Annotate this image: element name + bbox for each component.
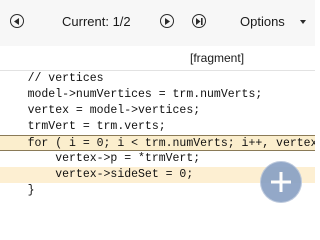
code-text: trmVert = trm.verts; bbox=[0, 120, 166, 133]
toolbar-controls: Current: 1/2 Options bbox=[0, 8, 315, 37]
toolbar: Current: 1/2 Options bbox=[0, 0, 315, 46]
previous-button[interactable] bbox=[10, 14, 24, 28]
fragment-label: [fragment] bbox=[190, 51, 245, 65]
fragment-header: [fragment] bbox=[0, 46, 315, 71]
code-text: model->numVertices = trm.numVerts; bbox=[0, 88, 263, 101]
code-text: // vertices bbox=[0, 72, 104, 85]
code-text: for ( i = 0; i < trm.numVerts; i++, vert… bbox=[27, 137, 315, 150]
last-button[interactable] bbox=[192, 14, 206, 28]
options-menu[interactable]: Options bbox=[240, 14, 285, 30]
plus-icon bbox=[271, 172, 291, 192]
current-position-label: Current: 1/2 bbox=[62, 14, 131, 29]
next-arrow-icon bbox=[165, 17, 170, 25]
code-text: } bbox=[0, 184, 35, 197]
code-text: vertex->p = *trmVert; bbox=[0, 152, 201, 165]
code-line: trmVert = trm.verts; bbox=[0, 119, 315, 135]
skip-to-end-icon bbox=[195, 17, 203, 25]
prev-arrow-icon bbox=[14, 17, 19, 25]
code-line: vertex = model->vertices; bbox=[0, 103, 315, 119]
add-button[interactable] bbox=[260, 161, 302, 203]
code-viewer: Current: 1/2 Options [fragment] // verti… bbox=[0, 0, 315, 214]
next-button[interactable] bbox=[160, 14, 174, 28]
code-line: model->numVertices = trm.numVerts; bbox=[0, 87, 315, 103]
code-line-current: for ( i = 0; i < trm.numVerts; i++, vert… bbox=[0, 135, 315, 151]
code-text: vertex->sideSet = 0; bbox=[0, 168, 194, 181]
code-text: vertex = model->vertices; bbox=[0, 104, 201, 117]
chevron-down-icon[interactable] bbox=[300, 20, 306, 24]
code-line: // vertices bbox=[0, 71, 315, 87]
